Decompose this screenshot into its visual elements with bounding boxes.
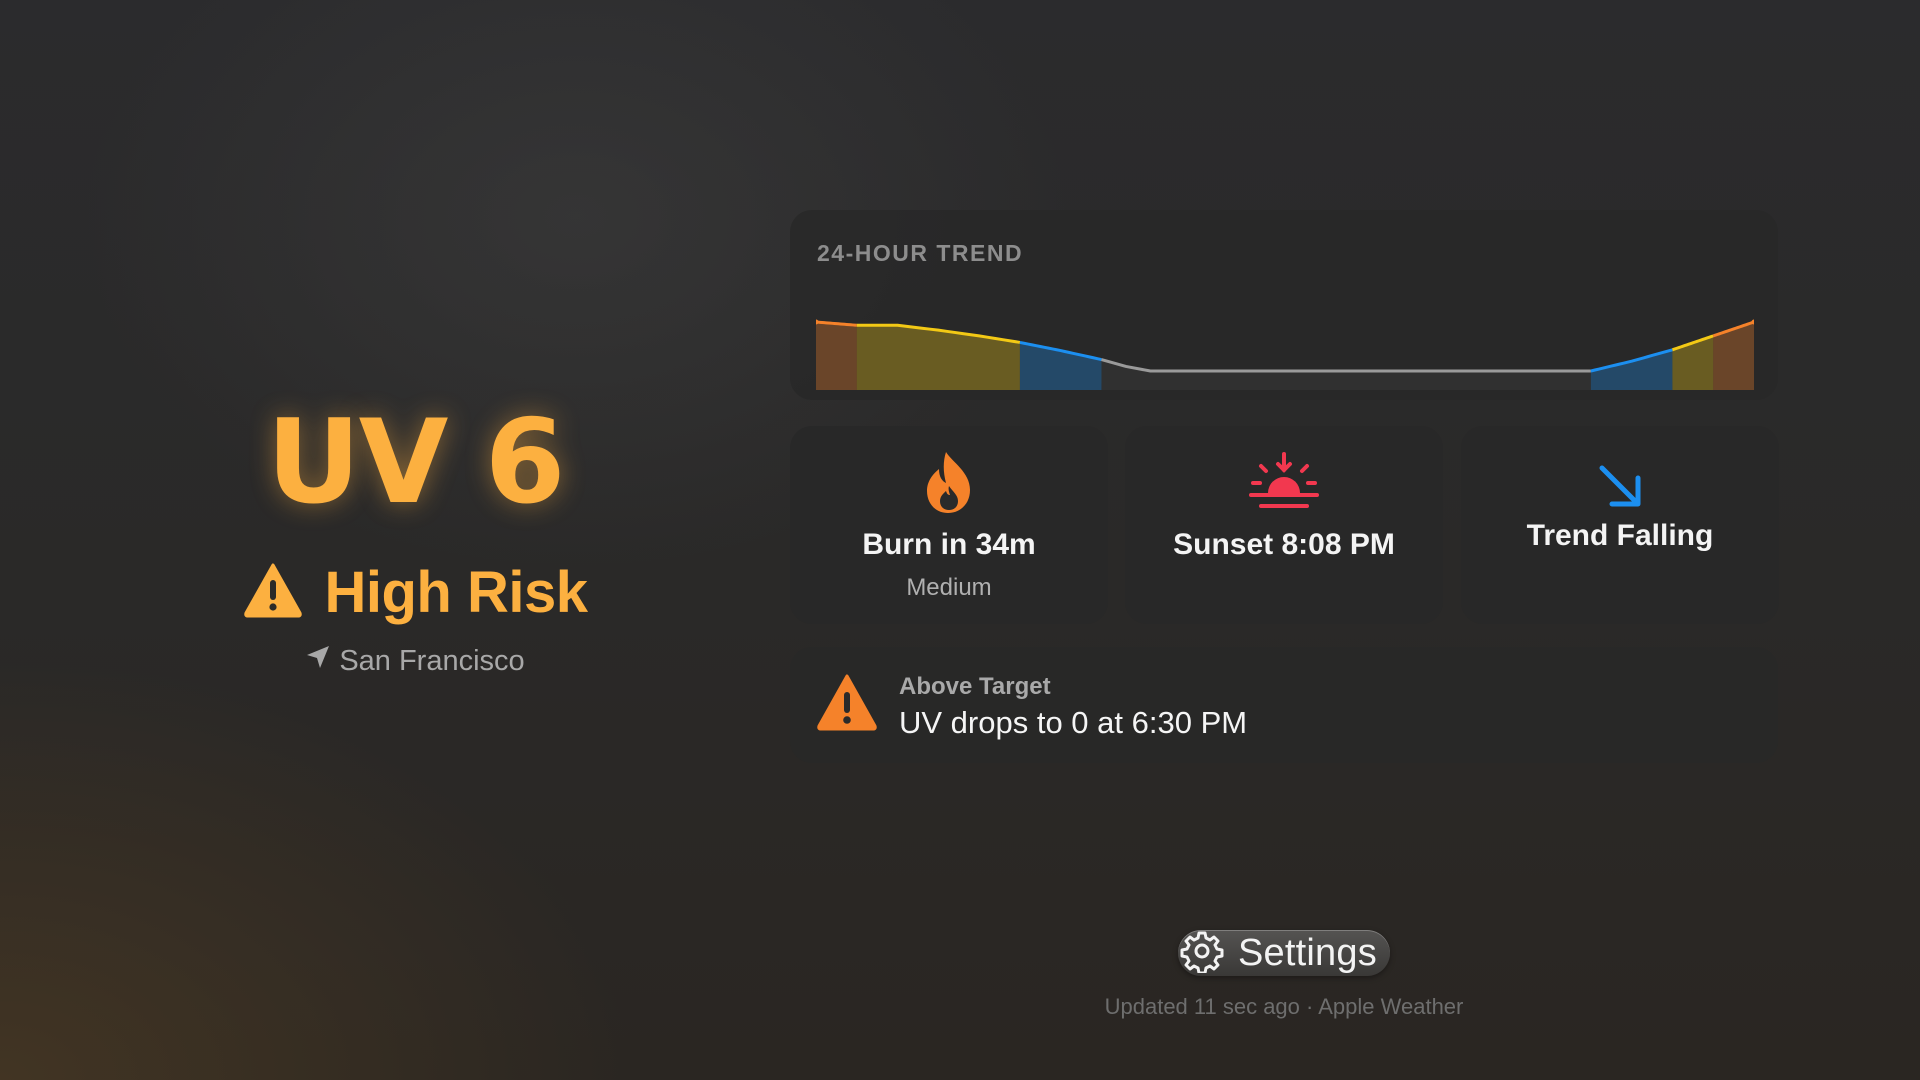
alert-message: UV drops to 0 at 6:30 PM: [899, 705, 1248, 740]
trend-line-none-3: [1101, 358, 1591, 373]
uv-hero: UV 6 High Risk San Francisco: [215, 405, 615, 678]
arrow-down-right-icon: [1461, 462, 1779, 510]
location-label: San Francisco: [339, 644, 525, 677]
uv-trend-chart: [816, 319, 1754, 390]
trend-direction-label: Trend Falling: [1526, 519, 1714, 552]
trend-card: 24-HOUR TREND: [790, 210, 1778, 400]
trend-area-high-6: [1713, 322, 1754, 390]
burn-time-label: Burn in 34m: [862, 528, 1036, 561]
warning-icon: [816, 673, 878, 736]
trend-area-none-3: [1101, 359, 1591, 390]
gear-icon: [1180, 929, 1224, 978]
risk-label: High Risk: [324, 560, 589, 625]
sunset-time-label: Sunset 8:08 PM: [1173, 528, 1395, 561]
alert-title: Above Target: [899, 673, 1051, 700]
sunset-icon: [1125, 452, 1443, 512]
trend-area-moderate-1: [856, 325, 1020, 390]
settings-label: Settings: [1238, 931, 1377, 974]
target-alert-card: Above Target UV drops to 0 at 6:30 PM: [790, 647, 1778, 763]
trend-direction-card: Trend Falling: [1461, 426, 1779, 624]
uv-index-value: UV 6: [266, 395, 565, 530]
trend-area-low-4: [1590, 349, 1673, 390]
risk-row: High Risk: [215, 559, 615, 626]
trend-card-title: 24-HOUR TREND: [817, 240, 1024, 266]
location-arrow-icon: [305, 644, 331, 678]
trend-area-high-0: [816, 322, 857, 390]
warning-icon: [243, 562, 303, 623]
burn-time-card: Burn in 34m Medium: [790, 426, 1108, 624]
settings-button[interactable]: Settings: [1178, 930, 1390, 976]
sunset-card: Sunset 8:08 PM: [1125, 426, 1443, 624]
flame-icon: [790, 450, 1108, 516]
location-row: San Francisco: [215, 644, 615, 678]
update-status: Updated 11 sec ago · Apple Weather: [1104, 994, 1464, 1019]
skin-type-label: Medium: [906, 574, 992, 601]
